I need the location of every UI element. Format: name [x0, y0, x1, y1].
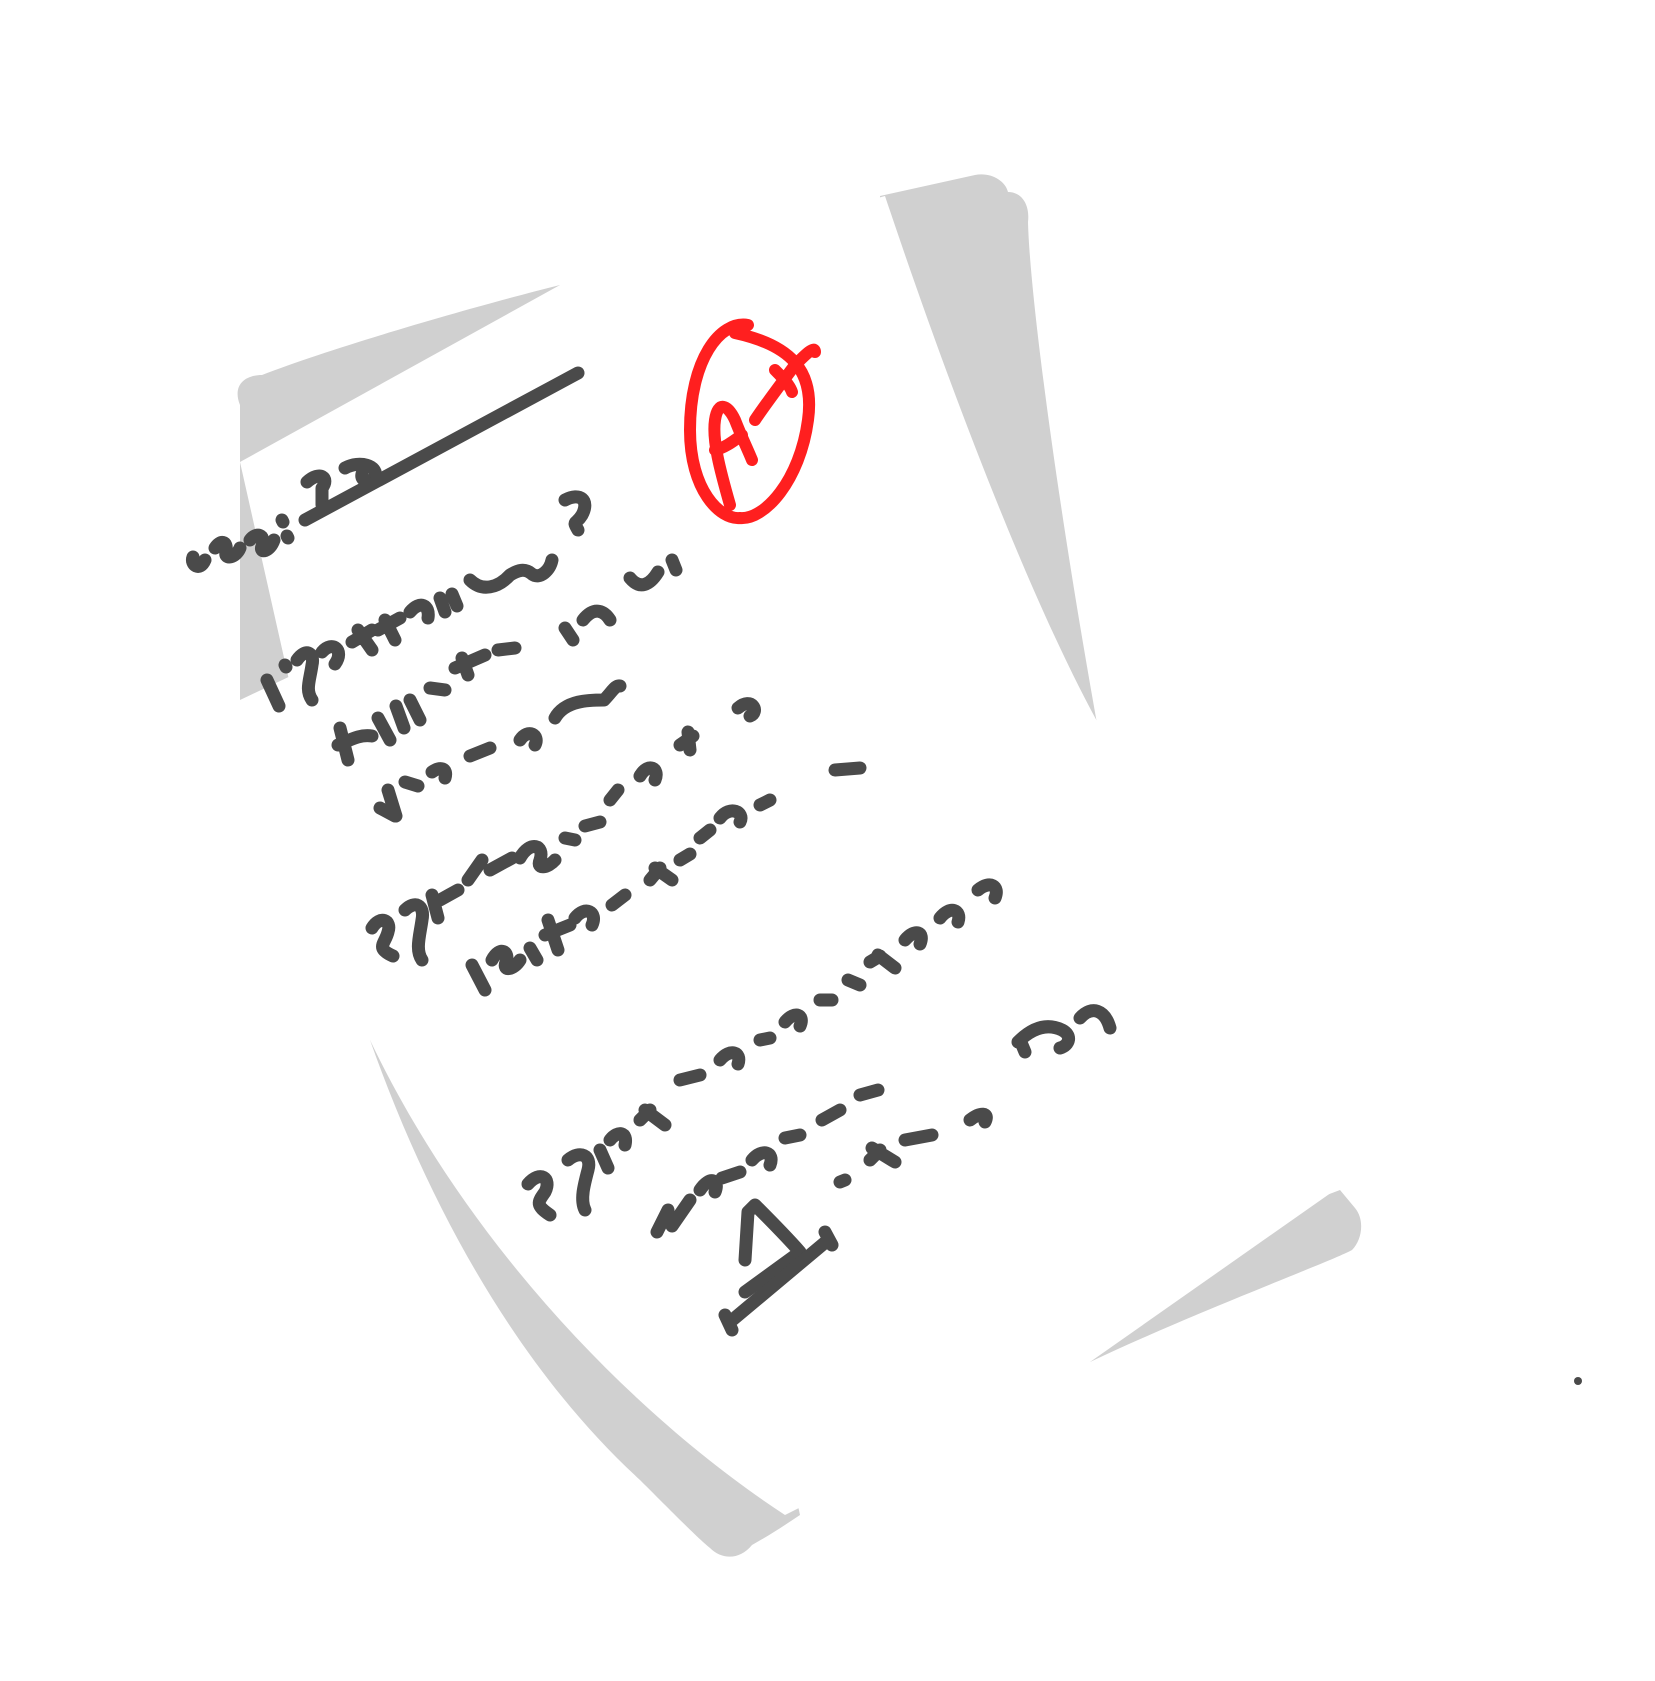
stray-dot [1574, 1377, 1582, 1385]
test-paper-illustration [186, 174, 1582, 1557]
